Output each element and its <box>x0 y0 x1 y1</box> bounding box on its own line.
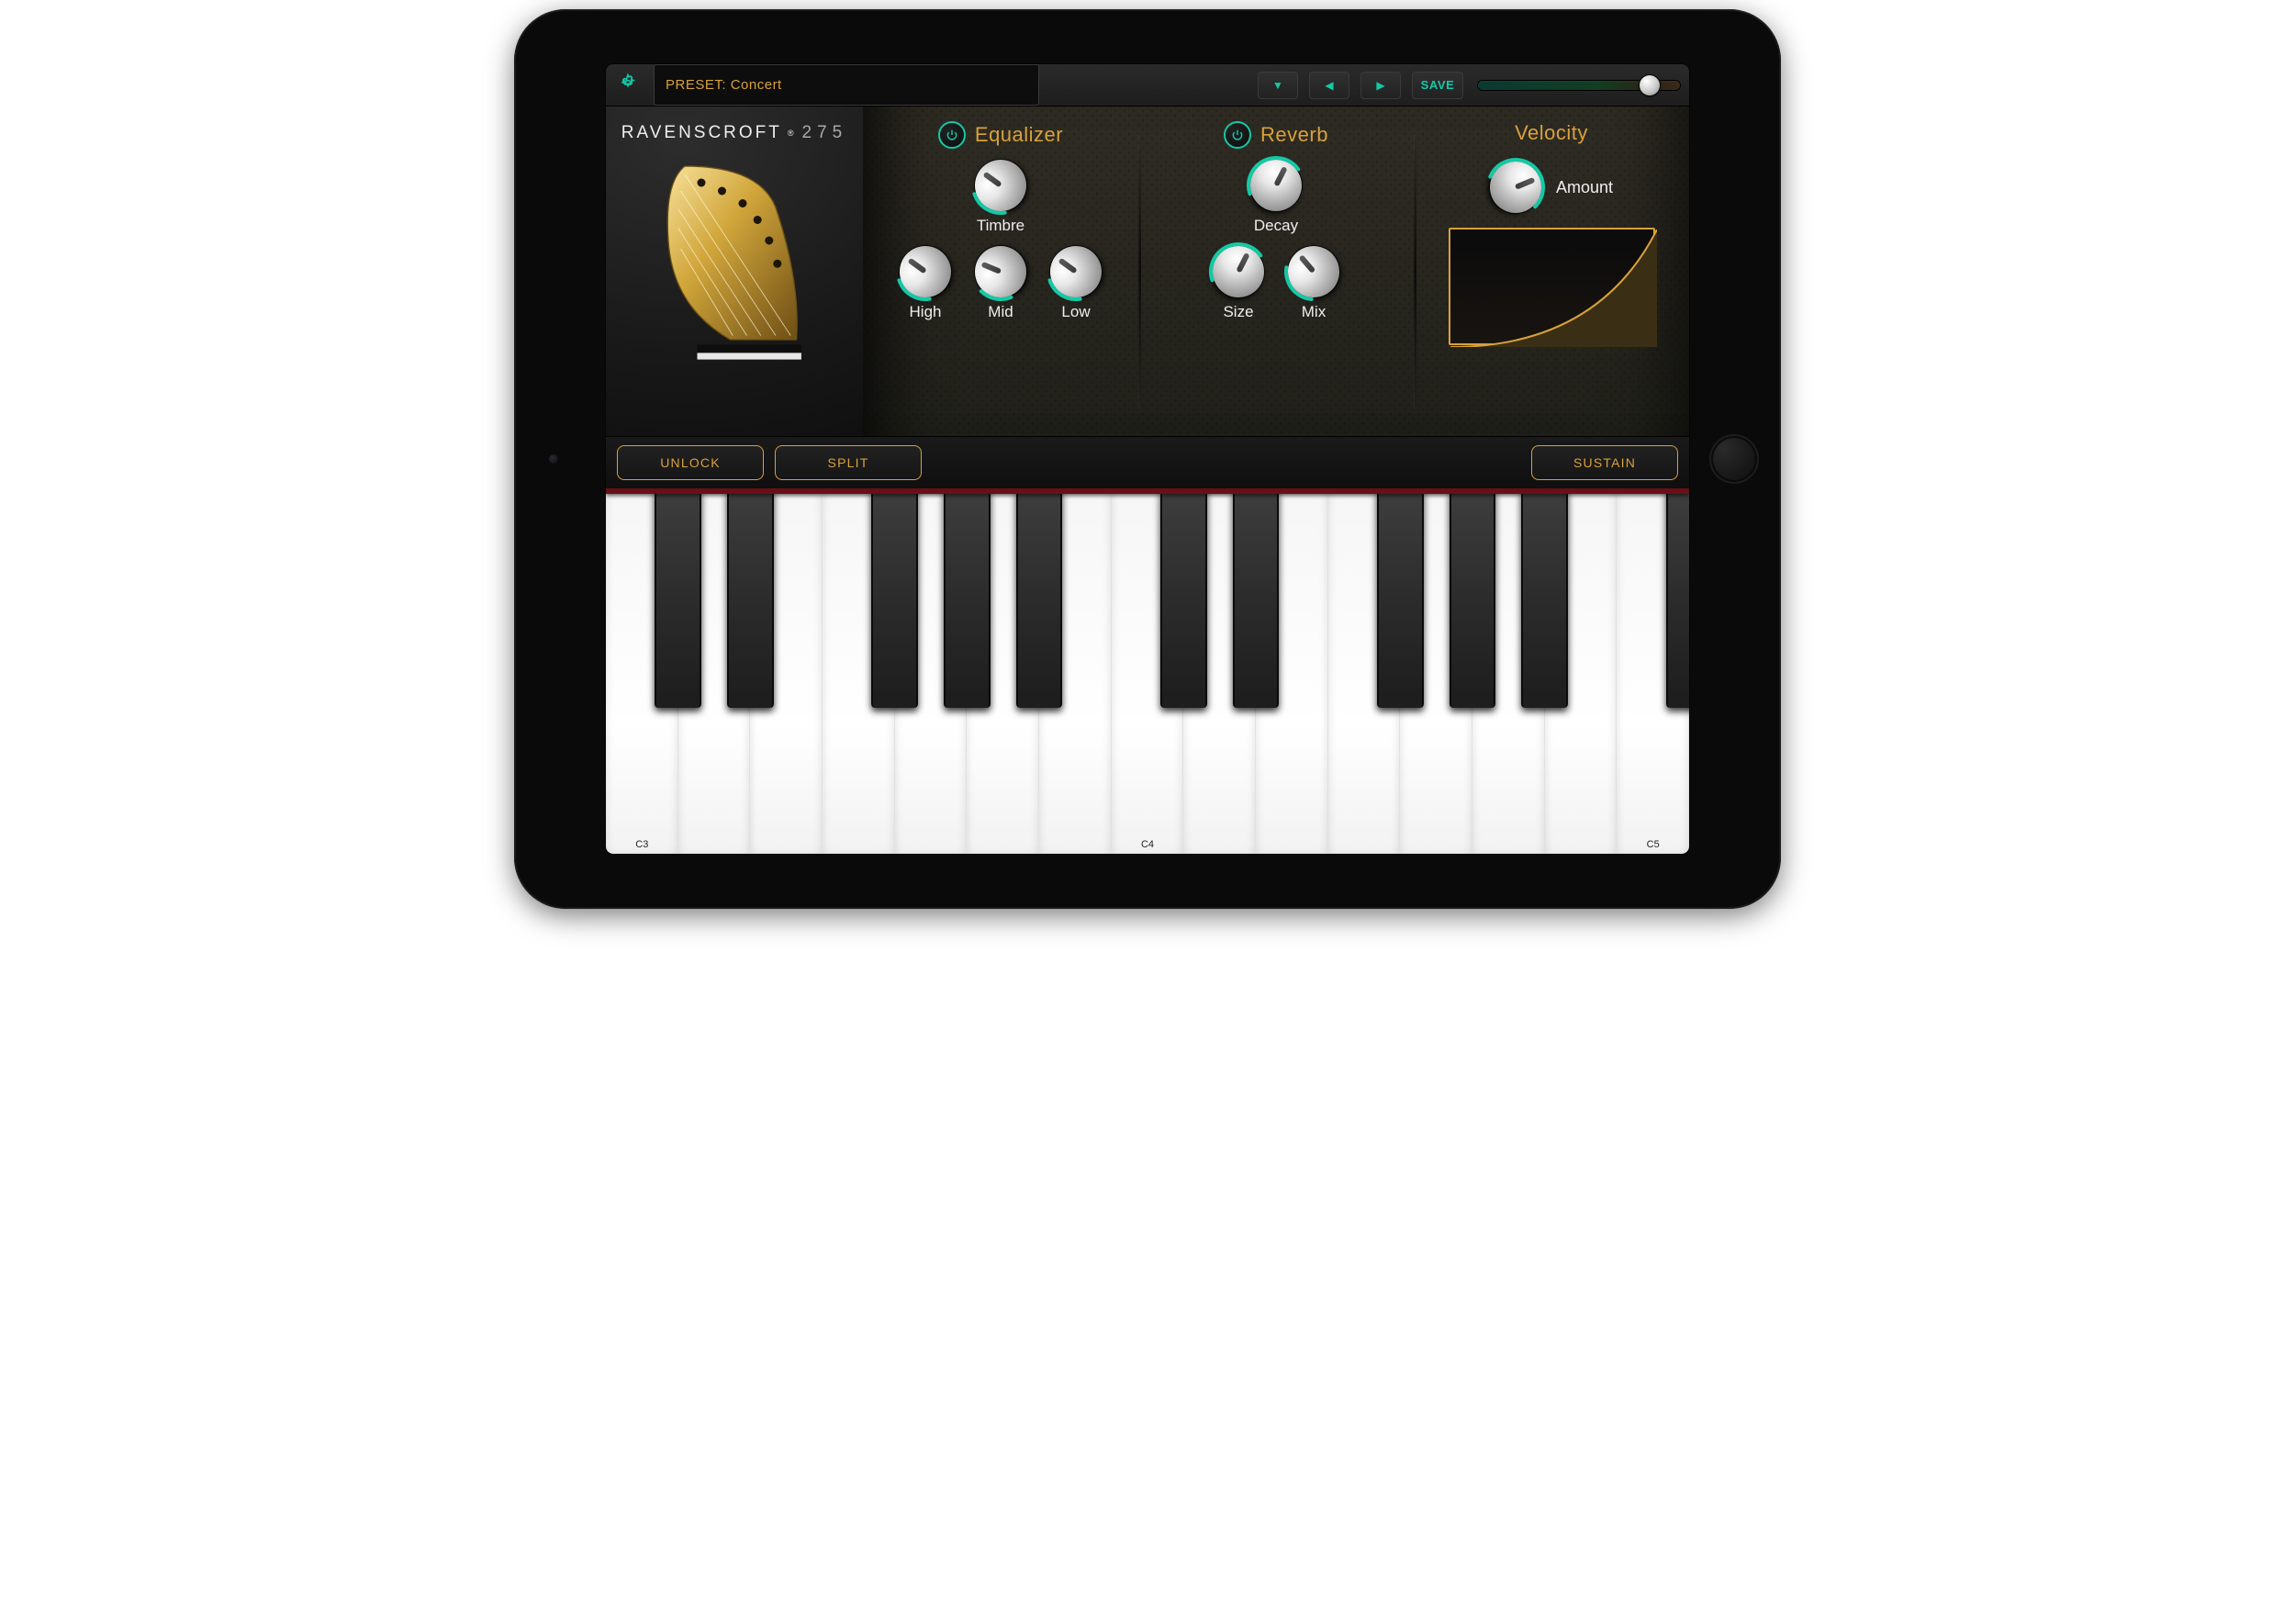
settings-gear-icon[interactable] <box>610 73 646 96</box>
knob-ring-icon <box>879 226 972 319</box>
black-key[interactable] <box>727 488 773 708</box>
black-key[interactable] <box>1450 488 1495 708</box>
equalizer-title: Equalizer <box>975 123 1063 147</box>
reverb-power-button[interactable] <box>1224 121 1251 149</box>
effects-area: Equalizer Timbre High <box>863 106 1689 436</box>
preset-dropdown-button[interactable]: ▼ <box>1258 72 1298 99</box>
home-button[interactable] <box>1709 434 1759 484</box>
knob-ring-icon <box>955 140 1047 232</box>
equalizer-power-button[interactable] <box>938 121 966 149</box>
save-button[interactable]: SAVE <box>1412 72 1463 99</box>
keyboard: C3 C4 C5 <box>606 488 1689 854</box>
knob-ring-icon <box>1030 226 1123 319</box>
controls-panel: RAVENSCROFT® 275 <box>606 106 1689 437</box>
black-key[interactable] <box>1016 488 1062 708</box>
reverb-section: Reverb Decay Size <box>1138 106 1414 436</box>
front-camera <box>549 454 558 464</box>
velocity-title: Velocity <box>1515 121 1588 145</box>
keys-container: C3 C4 C5 <box>606 488 1689 854</box>
velocity-curve-display[interactable] <box>1449 228 1655 345</box>
screen: PRESET: Concert ▼ ◀ ▶ SAVE RAVENSCROFT® … <box>606 64 1689 854</box>
size-knob[interactable] <box>1203 237 1272 306</box>
mid-knob[interactable] <box>967 238 1034 305</box>
preset-prefix: PRESET: <box>666 77 726 93</box>
brand: RAVENSCROFT® 275 <box>621 123 848 143</box>
black-key[interactable] <box>944 488 990 708</box>
brand-model: 275 <box>802 123 848 143</box>
mix-knob[interactable] <box>1278 236 1350 308</box>
split-button[interactable]: SPLIT <box>775 445 922 480</box>
black-key[interactable] <box>1233 488 1279 708</box>
action-button-row: UNLOCK SPLIT SUSTAIN <box>606 437 1689 488</box>
black-key[interactable] <box>1521 488 1567 708</box>
octave-label: C5 <box>1647 839 1660 850</box>
toolbar: PRESET: Concert ▼ ◀ ▶ SAVE <box>606 64 1689 106</box>
volume-slider[interactable] <box>1478 77 1680 94</box>
equalizer-section: Equalizer Timbre High <box>863 106 1138 436</box>
knob-ring-icon <box>1472 144 1559 230</box>
octave-label: C4 <box>1141 839 1154 850</box>
preset-name: Concert <box>731 77 782 93</box>
octave-label: C3 <box>635 839 648 850</box>
black-key[interactable] <box>1377 488 1423 708</box>
black-key[interactable] <box>1160 488 1206 708</box>
sustain-button[interactable]: SUSTAIN <box>1531 445 1678 480</box>
unlock-button[interactable]: UNLOCK <box>617 445 764 480</box>
brand-name: RAVENSCROFT <box>621 123 782 143</box>
decay-knob[interactable] <box>1241 151 1310 219</box>
timbre-knob[interactable] <box>965 150 1036 221</box>
velocity-amount-label: Amount <box>1556 178 1613 197</box>
prev-preset-button[interactable]: ◀ <box>1309 72 1349 99</box>
velocity-section: Velocity Amount <box>1414 106 1689 436</box>
high-knob[interactable] <box>890 236 961 308</box>
low-knob[interactable] <box>1040 236 1112 308</box>
velocity-amount-knob[interactable] <box>1482 153 1549 220</box>
black-key[interactable] <box>655 488 700 708</box>
volume-thumb[interactable] <box>1640 75 1660 95</box>
piano-image <box>647 151 822 380</box>
key-felt <box>606 488 1689 494</box>
knob-ring-icon <box>957 229 1044 315</box>
knob-ring-icon <box>1232 141 1321 230</box>
black-key[interactable] <box>871 488 917 708</box>
knob-ring-icon <box>1267 225 1360 319</box>
preset-display[interactable]: PRESET: Concert <box>654 64 1039 106</box>
tablet-frame: PRESET: Concert ▼ ◀ ▶ SAVE RAVENSCROFT® … <box>514 9 1781 909</box>
reverb-title: Reverb <box>1260 123 1328 147</box>
black-key[interactable] <box>1666 488 1689 708</box>
logo-area: RAVENSCROFT® 275 <box>606 106 863 436</box>
next-preset-button[interactable]: ▶ <box>1360 72 1401 99</box>
